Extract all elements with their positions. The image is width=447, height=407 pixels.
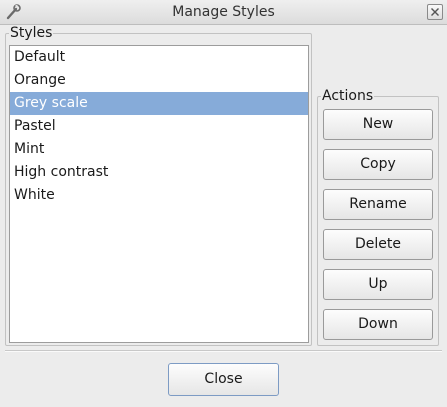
rename-button[interactable]: Rename [323,189,433,220]
down-button[interactable]: Down [323,309,433,340]
styles-list[interactable]: Default Orange Grey scale Pastel Mint Hi… [9,45,309,343]
list-item-high-contrast[interactable]: High contrast [10,161,308,184]
window-title: Manage Styles [172,4,275,20]
close-icon [431,8,439,16]
list-item-pastel[interactable]: Pastel [10,115,308,138]
copy-button[interactable]: Copy [323,149,433,180]
window-close-button[interactable] [427,4,443,20]
delete-button[interactable]: Delete [323,229,433,260]
list-item-orange[interactable]: Orange [10,69,308,92]
manage-styles-dialog: Manage Styles Styles Default Orange Grey… [0,0,447,407]
list-item-grey-scale[interactable]: Grey scale [10,92,308,115]
new-button[interactable]: New [323,109,433,140]
footer-separator [5,350,442,352]
title-bar[interactable]: Manage Styles [0,0,447,25]
styles-group-label: Styles [9,25,54,41]
list-item-white[interactable]: White [10,184,308,207]
up-button[interactable]: Up [323,269,433,300]
close-button[interactable]: Close [168,363,279,396]
actions-group-label: Actions [321,88,375,104]
list-item-default[interactable]: Default [10,46,308,69]
list-item-mint[interactable]: Mint [10,138,308,161]
